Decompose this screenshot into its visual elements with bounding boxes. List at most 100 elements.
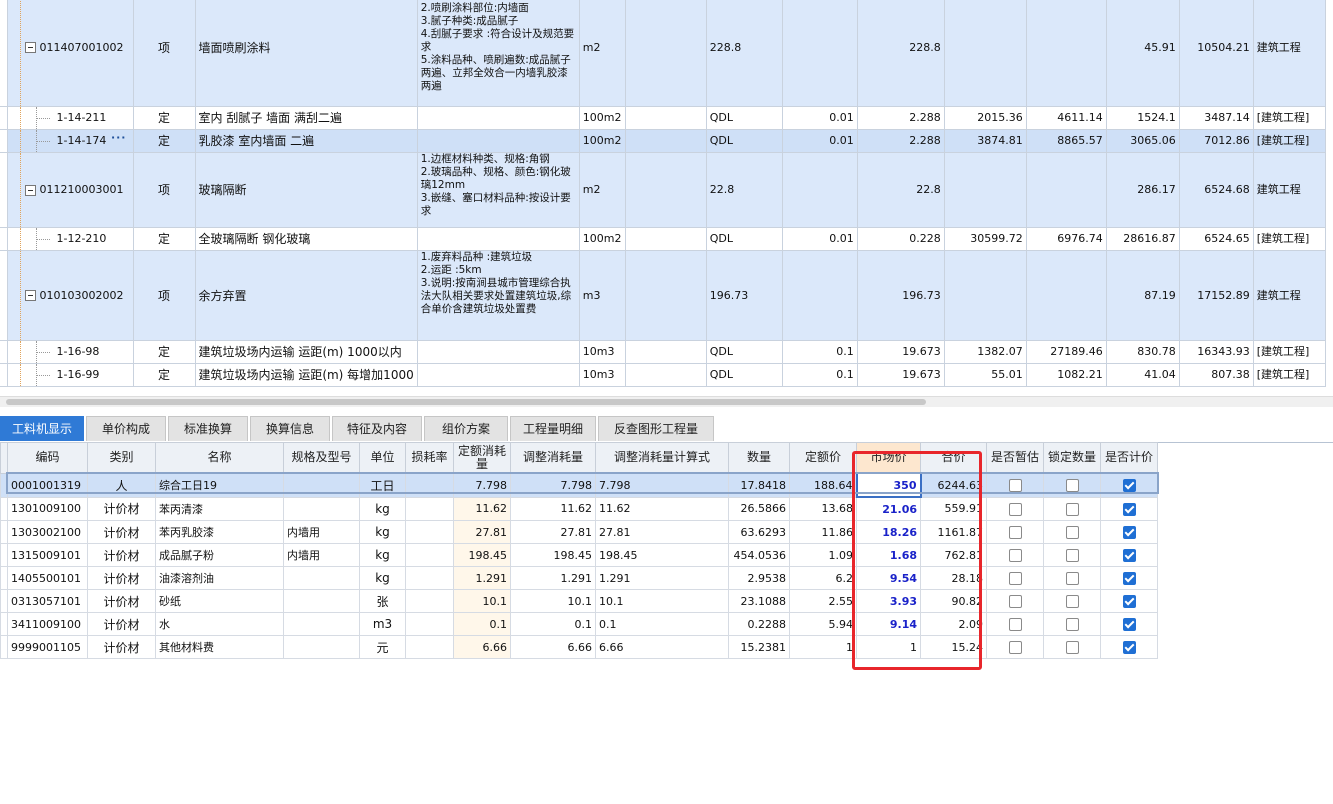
loss-cell[interactable] — [405, 589, 454, 613]
tentative-cell[interactable] — [986, 635, 1044, 659]
unit-price-cell[interactable]: 87.19 — [1105, 250, 1180, 341]
discipline-cell[interactable]: 建筑工程 — [1252, 250, 1326, 341]
adj-consume-cell[interactable]: 0.1 — [510, 612, 596, 636]
tentative-checkbox[interactable] — [1008, 526, 1022, 539]
loss-cell[interactable] — [405, 635, 454, 659]
type-cell[interactable]: 定 — [132, 227, 196, 251]
unit-cell[interactable]: kg — [359, 520, 406, 544]
name-cell[interactable]: 苯丙乳胶漆 — [155, 520, 284, 544]
tentative-cell[interactable] — [986, 566, 1044, 590]
features-cell[interactable]: 1.基层类型:抹灰面 2.喷刷涂料部位:内墙面 3.腻子种类:成品腻子 4.刮腻… — [416, 0, 580, 107]
total-cell[interactable]: 6524.65 — [1178, 227, 1254, 251]
category-cell[interactable]: 计价材 — [87, 496, 156, 521]
cost-cell-1[interactable]: 30599.72 — [943, 227, 1027, 251]
cost-cell-2[interactable] — [1025, 0, 1107, 107]
loss-cell[interactable] — [405, 612, 454, 636]
horizontal-scrollbar[interactable] — [0, 396, 1333, 407]
code-cell[interactable]: 010103002002 — [6, 250, 134, 341]
market-price-cell[interactable]: 1 — [856, 635, 921, 659]
unit-cell[interactable]: 10m3 — [578, 363, 626, 387]
tentative-checkbox[interactable] — [1008, 572, 1022, 585]
market-price-cell[interactable]: 350 — [855, 472, 922, 498]
name-cell[interactable]: 建筑垃圾场内运输 运距(m) 1000以内 — [194, 340, 418, 364]
lock-checkbox[interactable] — [1065, 618, 1079, 631]
category-cell[interactable]: 计价材 — [87, 589, 156, 613]
code-cell[interactable]: 3411009100 — [7, 612, 88, 636]
code-cell[interactable]: 9999001105 — [7, 635, 88, 659]
total-cell[interactable]: 10504.21 — [1178, 0, 1254, 107]
market-price-cell[interactable]: 3.93 — [856, 589, 921, 613]
qty-expr-cell[interactable]: QDL — [705, 340, 783, 364]
code-cell[interactable]: 011407001002 — [6, 0, 134, 107]
quota-price-cell[interactable]: 2.55 — [789, 589, 857, 613]
unit-cell[interactable]: kg — [359, 543, 406, 567]
quota-price-cell[interactable]: 6.2 — [789, 566, 857, 590]
adj-formula-cell[interactable]: 7.798 — [595, 472, 729, 498]
features-cell[interactable] — [416, 363, 580, 387]
bill-item-row[interactable]: 011407001002 项墙面喷刷涂料1.基层类型:抹灰面 2.喷刷涂料部位:内… — [0, 0, 1326, 107]
quota-consume-cell[interactable]: 1.291 — [453, 566, 511, 590]
spec-cell[interactable] — [283, 566, 360, 590]
total-price-cell[interactable]: 15.24 — [920, 635, 987, 659]
total-cell[interactable]: 807.38 — [1178, 363, 1254, 387]
lock-checkbox[interactable] — [1065, 479, 1079, 492]
code-cell[interactable]: 1-16-98 — [6, 340, 134, 364]
spec-cell[interactable]: 内墙用 — [283, 520, 360, 544]
collapse-icon[interactable] — [24, 290, 36, 301]
priced-cell[interactable] — [1100, 612, 1158, 636]
loss-cell[interactable] — [405, 543, 454, 567]
content-cell[interactable]: 0.1 — [781, 363, 858, 387]
quota-price-cell[interactable]: 188.64 — [789, 472, 857, 498]
type-cell[interactable]: 项 — [132, 152, 196, 228]
lock-cell[interactable] — [1043, 589, 1101, 613]
expr-cell[interactable] — [624, 363, 707, 387]
content-cell[interactable]: 0.01 — [781, 227, 858, 251]
discipline-cell[interactable]: [建筑工程] — [1252, 363, 1326, 387]
adj-formula-cell[interactable]: 6.66 — [595, 635, 729, 659]
material-row[interactable]: 1315009101 计价材 成品腻子粉 内墙用 kg 198.45 198.45 198.4… — [0, 543, 1158, 567]
cost-cell-1[interactable]: 2015.36 — [943, 106, 1027, 130]
cost-cell-2[interactable]: 1082.21 — [1025, 363, 1107, 387]
tab-1[interactable]: 工料机显示 — [0, 416, 84, 441]
quantity-cell[interactable]: 17.8418 — [728, 472, 790, 498]
header-adj-consume[interactable]: 调整消耗量 — [510, 442, 596, 474]
spec-cell[interactable]: 内墙用 — [283, 543, 360, 567]
quantity-cell[interactable]: 63.6293 — [728, 520, 790, 544]
material-row[interactable]: 1303002100 计价材 苯丙乳胶漆 内墙用 kg 27.81 27.81 27.81 63… — [0, 520, 1158, 544]
adj-formula-cell[interactable]: 10.1 — [595, 589, 729, 613]
bill-item-row[interactable]: 011210003001 项玻璃隔断 1.边框材料种类、规格:角钢 2.玻璃品种、规… — [0, 152, 1326, 228]
features-cell[interactable] — [416, 129, 580, 153]
unit-cell[interactable]: 工日 — [359, 472, 406, 498]
lock-checkbox[interactable] — [1065, 549, 1079, 562]
unit-price-cell[interactable]: 28616.87 — [1105, 227, 1180, 251]
priced-checkbox[interactable] — [1122, 595, 1136, 608]
lock-checkbox[interactable] — [1065, 572, 1079, 585]
quantity-cell[interactable]: 2.9538 — [728, 566, 790, 590]
expr-cell[interactable] — [624, 106, 707, 130]
cost-cell-2[interactable]: 4611.14 — [1025, 106, 1107, 130]
total-cell[interactable]: 17152.89 — [1178, 250, 1254, 341]
cost-cell-2[interactable]: 8865.57 — [1025, 129, 1107, 153]
type-cell[interactable]: 定 — [132, 106, 196, 130]
name-cell[interactable]: 全玻璃隔断 钢化玻璃 — [194, 227, 418, 251]
tab-7[interactable]: 工程量明细 — [510, 416, 596, 441]
category-cell[interactable]: 计价材 — [87, 612, 156, 636]
adj-formula-cell[interactable]: 198.45 — [595, 543, 729, 567]
tab-5[interactable]: 特征及内容 — [332, 416, 422, 441]
unit-cell[interactable]: m3 — [578, 250, 626, 341]
content-cell[interactable]: 0.1 — [781, 340, 858, 364]
priced-checkbox[interactable] — [1122, 549, 1136, 562]
code-cell[interactable]: 1301009100 — [7, 496, 88, 521]
collapse-icon[interactable] — [24, 42, 36, 53]
quota-consume-cell[interactable]: 27.81 — [453, 520, 511, 544]
type-cell[interactable]: 项 — [132, 250, 196, 341]
unit-cell[interactable]: 100m2 — [578, 227, 626, 251]
header-code[interactable]: 编码 — [7, 442, 88, 474]
total-price-cell[interactable]: 1161.87 — [920, 520, 987, 544]
features-cell[interactable]: 1.边框材料种类、规格:角钢 2.玻璃品种、规格、颜色:钢化玻璃12mm 3.嵌… — [416, 152, 580, 228]
header-market-price[interactable]: 市场价 — [856, 442, 921, 474]
lock-checkbox[interactable] — [1065, 526, 1079, 539]
adj-consume-cell[interactable]: 11.62 — [510, 496, 596, 521]
tab-4[interactable]: 换算信息 — [250, 416, 330, 441]
header-tentative[interactable]: 是否暂估 — [986, 442, 1044, 474]
